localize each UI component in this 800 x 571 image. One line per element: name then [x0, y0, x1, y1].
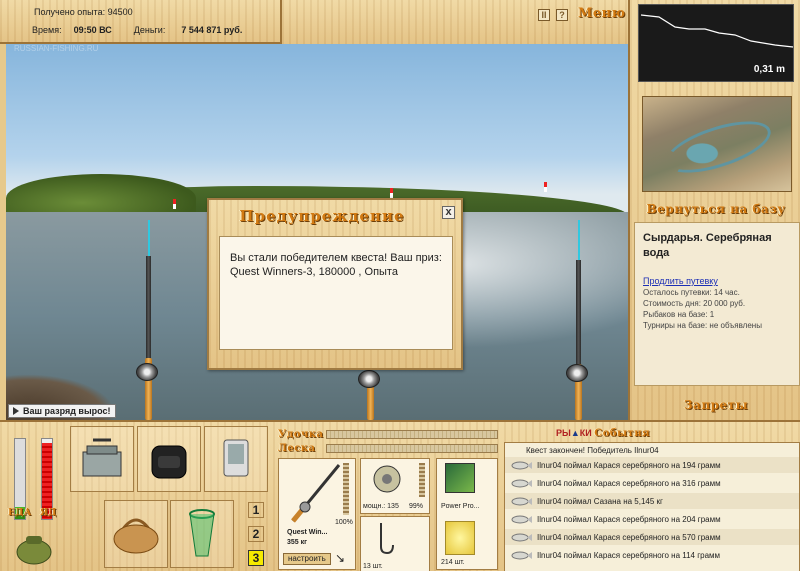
- bait-slot[interactable]: Power Pro... 214 шт.: [436, 458, 498, 570]
- permit-remaining: Осталось путевки: 14 час.: [643, 288, 740, 297]
- float-2: [390, 188, 393, 198]
- bait-package-icon: [445, 463, 475, 493]
- event-row: Ilnur04 поймал Карася серебряного на 194…: [505, 457, 799, 473]
- events-title: РЫ▲КИ События: [556, 428, 651, 439]
- fish-icon: [511, 461, 532, 469]
- bans-button[interactable]: Запреты: [630, 398, 800, 412]
- depth-map[interactable]: 0,31 m: [638, 4, 794, 82]
- echo-sounder-icon: [223, 439, 249, 477]
- rod-label: Удочка: [278, 428, 324, 440]
- keepnet-icon: [189, 509, 215, 557]
- warning-dialog: Предупреждение x Вы стали победителем кв…: [207, 198, 463, 370]
- food-bag-button[interactable]: [12, 526, 56, 568]
- dialog-title: Предупреждение: [239, 207, 405, 225]
- float-1: [173, 199, 176, 209]
- events-log[interactable]: Квест закончен! Победитель Ilnur04 Ilnur…: [504, 442, 800, 571]
- event-row: Ilnur04 поймал Карася серебряного на 204…: [505, 511, 799, 527]
- reel-icon: [136, 363, 158, 381]
- reel-percent: 99%: [409, 503, 424, 510]
- hook-count: 13 шт.: [363, 563, 383, 570]
- event-row: Ilnur04 поймал Карася серебряного на 570…: [505, 529, 799, 545]
- reel-slot[interactable]: мощн.: 135 99%: [360, 458, 430, 514]
- player-info: Получено опыта: 94500 Время: 09:50 ВС Де…: [0, 0, 282, 44]
- reel-icon: [358, 370, 380, 388]
- bait-count: 214 шт.: [441, 559, 465, 566]
- help-button[interactable]: ?: [556, 9, 568, 21]
- food-bag-icon: [16, 536, 52, 565]
- tackle-box-slot[interactable]: [70, 426, 134, 492]
- experience-label: Получено опыта: 94500: [34, 7, 133, 17]
- rod-tension-bar: [326, 429, 498, 439]
- setup-button[interactable]: настроить: [283, 553, 331, 565]
- hook-icon: [380, 523, 394, 555]
- quest-finished-line: Квест закончен! Победитель Ilnur04: [526, 446, 659, 455]
- event-row: Ilnur04 поймал Карася серебряного на 114…: [505, 547, 799, 563]
- right-panel: 0,31 m Вернуться на базу Сырдарья. Сереб…: [628, 0, 800, 420]
- watermark: RUSSIAN-FISHING.RU: [14, 44, 99, 53]
- line-label: Леска: [278, 442, 316, 454]
- rod-tension-row: Удочка: [278, 428, 498, 440]
- float-3: [544, 182, 547, 192]
- echo-sounder-slot[interactable]: [204, 426, 268, 492]
- bottom-panel: ЕДА ЯД 1 2 3 Удочка Леска 100% Quest Win…: [0, 420, 800, 571]
- basket-slot[interactable]: [104, 500, 168, 568]
- day-cost: Стоимость дня: 20 000 руб.: [643, 299, 746, 308]
- top-bar: II ? Меню: [282, 0, 628, 44]
- fish-icon: [511, 479, 532, 487]
- reel-item-icon: [373, 465, 401, 493]
- line-tension-row: Леска: [278, 442, 498, 454]
- fish-icon: [511, 497, 532, 505]
- tackle-panel: Удочка Леска 100% Quest Win... 355 кг на…: [276, 424, 500, 571]
- reel-power: мощн.: 135: [363, 503, 399, 510]
- rank-up-toast[interactable]: Ваш разряд вырос!: [8, 404, 116, 418]
- fish-icon: [511, 533, 532, 541]
- keepnet-slot[interactable]: [170, 500, 234, 568]
- dialog-message: Вы стали победителем квеста! Ваш приз: Q…: [219, 236, 453, 350]
- food-label: ЕДА: [8, 508, 32, 518]
- extend-permit-link[interactable]: Продлить путевку: [643, 276, 791, 286]
- tackle-box-icon: [82, 438, 122, 477]
- poison-label: ЯД: [40, 508, 57, 518]
- backpack-icon: [151, 445, 187, 479]
- play-icon: [13, 407, 19, 415]
- menu-button[interactable]: Меню: [578, 6, 626, 21]
- money-label: Деньги:: [133, 25, 166, 35]
- arrow-icon: ↘: [335, 551, 346, 565]
- close-button[interactable]: x: [442, 206, 455, 219]
- event-row: Ilnur04 поймал Сазана на 5,145 кг: [505, 493, 799, 509]
- event-row: Ilnur04 поймал Карася серебряного на 316…: [505, 475, 799, 491]
- rod-slot[interactable]: 100% Quest Win... 355 кг настроить ↘: [278, 458, 356, 570]
- depth-readout: 0,31 m: [753, 64, 785, 75]
- rod-group-3-button[interactable]: 3: [248, 550, 264, 566]
- fishers-on-base: Рыбаков на базе: 1: [643, 310, 715, 319]
- backpack-slot[interactable]: [137, 426, 201, 492]
- money-value: 7 544 871 руб.: [181, 25, 243, 35]
- location-name: Сырдарья. Серебряная вода: [643, 232, 772, 259]
- rod-name: Quest Win...: [287, 529, 328, 536]
- tournaments-status: Турниры на базе: не объявлены: [643, 321, 762, 330]
- fish-icon: [511, 551, 532, 559]
- groundbait-icon: [445, 521, 475, 555]
- time-value: 09:50 ВС: [73, 25, 112, 35]
- rod-icon: [291, 464, 341, 523]
- reel-icon: [566, 364, 588, 382]
- location-photo: [642, 96, 792, 192]
- pause-button[interactable]: II: [538, 9, 550, 21]
- rod-percent: 100%: [335, 519, 353, 526]
- line-tension-bar: [326, 443, 498, 453]
- arrow-up-icon: ▲: [570, 428, 580, 438]
- hook-slot[interactable]: 13 шт.: [360, 516, 430, 571]
- rod-group-2-button[interactable]: 2: [248, 526, 264, 542]
- back-to-base-button[interactable]: Вернуться на базу: [630, 202, 800, 216]
- time-label: Время:: [32, 25, 62, 35]
- rod-group-1-button[interactable]: 1: [248, 502, 264, 518]
- location-card: Сырдарья. Серебряная вода Продлить путев…: [634, 222, 800, 386]
- bait-name: Power Pro...: [441, 503, 480, 510]
- basket-icon: [113, 518, 159, 554]
- fish-icon: [511, 515, 532, 523]
- rod-weight: 355 кг: [287, 539, 308, 546]
